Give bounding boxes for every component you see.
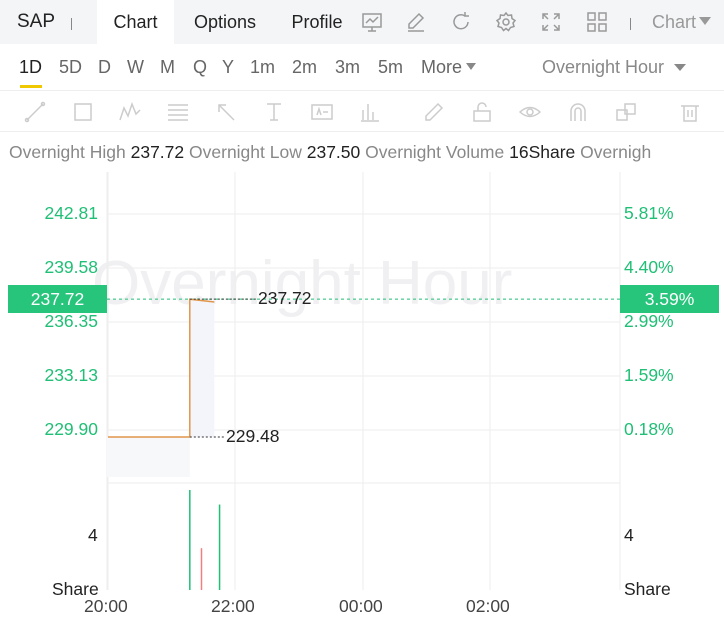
price-tick-label: 236.35 bbox=[44, 311, 98, 331]
current-percent-badge: 3.59% bbox=[620, 285, 719, 314]
percent-tick-label: 0.18% bbox=[624, 419, 674, 439]
price-area-fill bbox=[189, 299, 215, 437]
volume-tick-right: 4 bbox=[624, 525, 634, 545]
time-tick-label: 20:00 bbox=[84, 596, 128, 616]
percent-tick-label: 1.59% bbox=[624, 365, 674, 385]
volume-unit-right: Share bbox=[624, 579, 671, 599]
time-tick-label: 00:00 bbox=[339, 596, 383, 616]
volume-tick-left: 4 bbox=[88, 525, 98, 545]
current-price-badge: 237.72 bbox=[8, 285, 107, 314]
time-tick-label: 22:00 bbox=[211, 596, 255, 616]
percent-tick-label: 5.81% bbox=[624, 203, 674, 223]
low-annotation: 229.48 bbox=[226, 426, 280, 447]
price-chart[interactable] bbox=[0, 0, 724, 619]
price-area-fill bbox=[107, 437, 190, 477]
percent-tick-label: 2.99% bbox=[624, 311, 674, 331]
price-tick-label: 239.58 bbox=[44, 257, 98, 277]
time-tick-label: 02:00 bbox=[466, 596, 510, 616]
price-tick-label: 242.81 bbox=[44, 203, 98, 223]
price-tick-label: 233.13 bbox=[44, 365, 98, 385]
high-annotation: 237.72 bbox=[258, 288, 312, 309]
price-tick-label: 229.90 bbox=[44, 419, 98, 439]
percent-tick-label: 4.40% bbox=[624, 257, 674, 277]
